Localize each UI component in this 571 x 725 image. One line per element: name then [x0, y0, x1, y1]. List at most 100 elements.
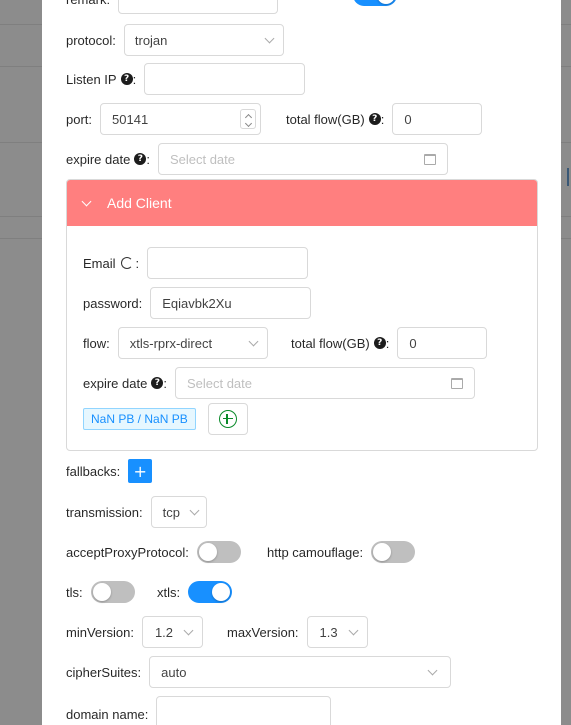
cipher-suites-value: auto: [161, 664, 187, 680]
fallbacks-row: fallbacks: +: [66, 459, 153, 483]
min-version-select[interactable]: 1.2: [141, 616, 203, 648]
password-input[interactable]: Eqiavbk2Xu: [150, 287, 312, 319]
remark-row: remark:: [66, 0, 279, 14]
total-flow-input[interactable]: 0: [392, 103, 483, 135]
client-total-flow-row: total flow(GB) ?: 0: [291, 327, 488, 359]
email-input[interactable]: [147, 247, 309, 279]
listen-ip-input[interactable]: [144, 63, 306, 95]
xtls-switch[interactable]: [188, 581, 233, 603]
help-icon[interactable]: ?: [373, 337, 386, 349]
calendar-icon: [423, 153, 436, 165]
listen-ip-row: Listen IP ?:: [66, 63, 306, 95]
max-version-select[interactable]: 1.3: [306, 616, 368, 648]
cipher-suites-row: cipherSuites: auto: [66, 656, 452, 688]
flow-value: xtls-rprx-direct: [129, 335, 213, 351]
client-expire-picker[interactable]: Select date: [174, 367, 475, 399]
min-version-value: 1.2: [154, 624, 174, 640]
transmission-value: tcp: [162, 504, 180, 520]
port-value: 50141: [112, 111, 149, 127]
remark-input[interactable]: [118, 0, 279, 14]
calendar-icon: [450, 377, 463, 389]
transmission-select[interactable]: tcp: [150, 496, 207, 528]
total-flow-label: total flow(GB): [286, 111, 365, 127]
add-client-button[interactable]: [207, 403, 248, 435]
expire-date-picker[interactable]: Select date: [157, 143, 448, 175]
enable-row: enable:: [302, 0, 397, 6]
port-stepper[interactable]: [240, 109, 257, 129]
chevron-down-icon: [81, 196, 92, 206]
flow-label: flow: [83, 335, 107, 351]
password-value: Eqiavbk2Xu: [162, 295, 232, 311]
expire-date-placeholder: Select date: [169, 151, 235, 167]
client-email-row: Email :: [83, 247, 309, 279]
help-icon[interactable]: ?: [151, 377, 164, 389]
xtls-label: xtls: [157, 584, 177, 600]
http-camouflage-label: http camouflage: [267, 544, 360, 560]
domain-name-input[interactable]: [156, 696, 332, 725]
help-icon[interactable]: ?: [120, 73, 133, 85]
email-label: Email: [83, 255, 116, 271]
help-icon[interactable]: ?: [368, 113, 381, 125]
min-version-row: minVersion: 1.2: [66, 616, 203, 648]
add-client-panel: Add Client Email : password: Eqiavbk2Xu …: [66, 179, 538, 451]
accept-proxy-label: acceptProxyProtocol: [66, 544, 186, 560]
fallbacks-label: fallbacks: [66, 463, 117, 479]
client-expire-label: expire date: [83, 375, 148, 391]
inbound-modal: remark: enable: protocol: trojan Listen …: [42, 0, 561, 725]
switch-knob: [212, 583, 231, 601]
help-icon[interactable]: ?: [134, 153, 147, 165]
chevron-down-icon: [264, 33, 275, 43]
refresh-icon[interactable]: [120, 257, 133, 269]
protocol-label: protocol: [66, 32, 113, 48]
port-input[interactable]: 50141: [100, 103, 262, 135]
flow-select[interactable]: xtls-rprx-direct: [117, 327, 268, 359]
remark-label: remark: [66, 0, 106, 7]
password-label: password: [83, 295, 139, 311]
tls-switch[interactable]: [90, 581, 135, 603]
expire-date-label: expire date: [66, 151, 131, 167]
client-total-flow-label: total flow(GB): [291, 335, 370, 351]
add-client-header[interactable]: Add Client: [67, 180, 537, 226]
expire-date-row: expire date ?: Select date: [66, 143, 448, 175]
total-flow-row: total flow(GB) ?: 0: [286, 103, 483, 135]
switch-knob: [198, 543, 217, 561]
transmission-label: transmission: [66, 504, 139, 520]
client-password-row: password: Eqiavbk2Xu: [83, 287, 312, 319]
client-usage-row: NaN PB / NaN PB: [83, 403, 248, 435]
transmission-row: transmission: tcp: [66, 496, 207, 528]
chevron-down-icon: [248, 336, 259, 346]
switch-knob: [376, 0, 395, 4]
add-client-title: Add Client: [107, 195, 172, 211]
chevron-down-icon: [189, 505, 200, 515]
decrement-icon[interactable]: [244, 119, 252, 127]
max-version-value: 1.3: [319, 624, 338, 640]
enable-label: enable: [302, 0, 341, 3]
listen-ip-label: Listen IP: [66, 71, 117, 87]
http-camouflage-switch[interactable]: [371, 541, 416, 563]
min-version-label: minVersion: [66, 624, 131, 640]
switch-knob: [92, 583, 111, 601]
client-flow-row: flow: xtls-rprx-direct: [83, 327, 268, 359]
tls-label: tls: [66, 584, 79, 600]
domain-name-label: domain name: [66, 706, 145, 722]
cipher-suites-select[interactable]: auto: [149, 656, 452, 688]
port-row: port: 50141: [66, 103, 262, 135]
http-camouflage-row: http camouflage:: [267, 541, 416, 563]
usage-tag: NaN PB / NaN PB: [83, 408, 196, 430]
client-expire-row: expire date ?: Select date: [83, 367, 475, 399]
switch-knob: [373, 543, 392, 561]
add-fallback-button[interactable]: +: [128, 459, 153, 483]
protocol-select[interactable]: trojan: [123, 24, 284, 56]
client-total-flow-input[interactable]: 0: [397, 327, 488, 359]
chevron-down-icon: [348, 625, 358, 635]
port-label: port: [66, 111, 89, 127]
accept-proxy-switch[interactable]: [196, 541, 241, 563]
xtls-row: xtls:: [157, 581, 233, 603]
cipher-suites-label: cipherSuites: [66, 664, 138, 680]
max-version-label: maxVersion: [227, 624, 295, 640]
domain-name-row: domain name:: [66, 696, 332, 725]
chevron-down-icon: [427, 665, 438, 675]
enable-switch[interactable]: [352, 0, 397, 6]
tls-row: tls:: [66, 581, 135, 603]
protocol-value: trojan: [134, 32, 168, 48]
